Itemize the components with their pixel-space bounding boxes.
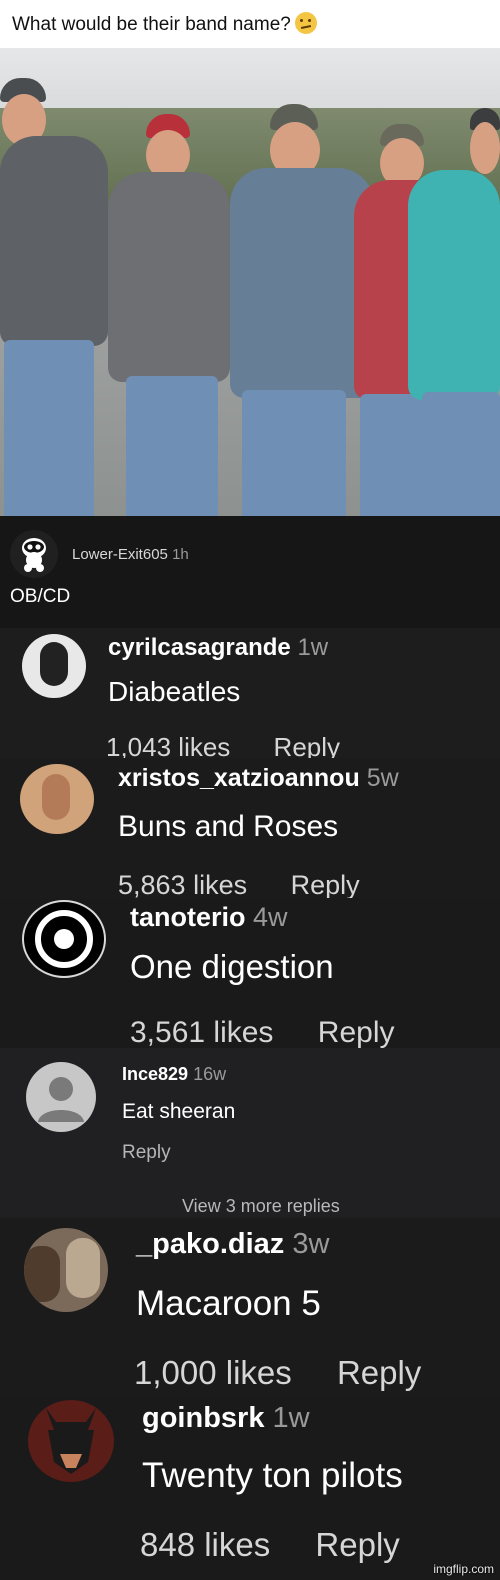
likes-count: 1,000 likes xyxy=(134,1354,292,1391)
comment-cyrilcasagrande: cyrilcasagrande 1w Diabeatles 1,043 like… xyxy=(0,628,500,762)
reply-button[interactable]: Reply xyxy=(122,1142,171,1164)
avatar xyxy=(20,764,94,834)
comment-text: Eat sheeran xyxy=(122,1100,236,1123)
shirt xyxy=(408,170,500,400)
reddit-comment: Lower-Exit605 1h OB/CD xyxy=(0,516,500,628)
reply-button[interactable]: Reply xyxy=(318,1016,395,1049)
batman-icon xyxy=(46,1408,96,1474)
person-1 xyxy=(0,78,110,516)
comment-goinbsrk: goinbsrk 1w Twenty ton pilots 848 likes … xyxy=(0,1398,500,1580)
person-5 xyxy=(408,108,500,516)
avatar xyxy=(10,530,58,578)
head xyxy=(470,122,500,174)
post-title: What would be their band name? xyxy=(12,12,317,36)
comment-text: Twenty ton pilots xyxy=(142,1456,403,1495)
jeans xyxy=(4,340,94,516)
username[interactable]: _pako.diaz 3w xyxy=(136,1228,329,1261)
comment-text: Buns and Roses xyxy=(118,810,339,843)
comment-xristos: xristos_xatzioannou 5w Buns and Roses 5,… xyxy=(0,758,500,901)
jeans xyxy=(422,392,500,516)
avatar xyxy=(22,900,106,978)
comment-pako: _pako.diaz 3w Macaroon 5 1,000 likes Rep… xyxy=(0,1218,500,1398)
view-more-replies[interactable]: View 3 more replies xyxy=(182,1196,340,1217)
comment-text: Diabeatles xyxy=(108,676,241,707)
thinking-face-icon xyxy=(294,12,317,34)
person-2 xyxy=(102,114,232,516)
comment-text: Macaroon 5 xyxy=(136,1284,321,1323)
comment-meta: 3,561 likes Reply xyxy=(130,1016,430,1050)
swirl-icon xyxy=(35,910,93,968)
post-image xyxy=(0,48,500,516)
username[interactable]: tanoterio 4w xyxy=(130,902,288,933)
avatar xyxy=(26,1062,96,1132)
avatar xyxy=(22,634,86,698)
likes-count: 848 likes xyxy=(140,1526,271,1563)
username[interactable]: goinbsrk 1w xyxy=(142,1402,310,1435)
comment-meta: 1,000 likes Reply xyxy=(134,1354,457,1392)
jeans xyxy=(242,390,346,516)
comment-ince829: Ince829 16w Eat sheeran Reply View 3 mor… xyxy=(0,1048,500,1218)
shirt xyxy=(230,168,374,398)
shirt xyxy=(0,136,108,346)
avatar xyxy=(24,1228,108,1312)
username[interactable]: Ince829 16w xyxy=(122,1064,226,1085)
comment-meta: 5,863 likes Reply xyxy=(118,870,396,901)
username[interactable]: cyrilcasagrande 1w xyxy=(108,634,328,662)
reply-button[interactable]: Reply xyxy=(337,1354,421,1391)
watermark: imgflip.com xyxy=(433,1562,494,1576)
comment-text: One digestion xyxy=(130,948,334,985)
reply-button[interactable]: Reply xyxy=(291,870,360,900)
post-header: What would be their band name? xyxy=(0,0,500,48)
reply-button[interactable]: Reply xyxy=(315,1526,399,1563)
likes-count: 3,561 likes xyxy=(130,1016,274,1049)
username[interactable]: Lower-Exit605 1h xyxy=(72,546,189,563)
likes-count: 5,863 likes xyxy=(118,870,248,900)
avatar-icon xyxy=(22,538,46,572)
user-icon xyxy=(38,1077,84,1122)
comment-text: OB/CD xyxy=(10,586,71,607)
comment-tanoterio: tanoterio 4w One digestion 3,561 likes R… xyxy=(0,898,500,1050)
comment-meta: 848 likes Reply xyxy=(140,1526,436,1564)
username[interactable]: xristos_xatzioannou 5w xyxy=(118,764,399,793)
jeans xyxy=(126,376,218,516)
shirt xyxy=(108,172,230,382)
avatar xyxy=(28,1400,114,1482)
